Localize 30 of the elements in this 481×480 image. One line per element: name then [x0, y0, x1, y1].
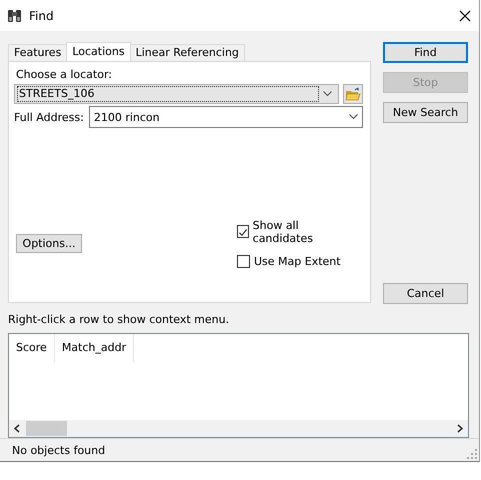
checkbox[interactable]: [237, 254, 250, 268]
results-list[interactable]: Score Match_addr: [8, 332, 469, 438]
options-button[interactable]: Options...: [16, 234, 82, 253]
binoculars-icon: [7, 8, 22, 24]
hint-text: Right-click a row to show context menu.: [8, 312, 230, 327]
column-header[interactable]: Match_addr: [54, 334, 134, 362]
tab[interactable]: Linear Referencing: [130, 44, 245, 62]
caret-icon: [349, 114, 358, 120]
checkbox-label: Show all candidates: [252, 218, 314, 245]
caret-icon: [323, 91, 332, 98]
field-label: Full Address:: [14, 110, 84, 124]
close-icon[interactable]: [459, 10, 471, 22]
window-title: Find: [29, 8, 55, 23]
tab[interactable]: Features: [8, 44, 68, 62]
checkbox[interactable]: [237, 225, 249, 238]
status-text: No objects found: [12, 444, 106, 457]
scroll-thumb[interactable]: [26, 421, 67, 436]
browse-button[interactable]: [343, 84, 363, 104]
address-field[interactable]: 2100 rincon: [88, 106, 363, 128]
locator-dropdown[interactable]: STREETS_106: [14, 84, 339, 104]
folder-icon: [345, 86, 361, 102]
column-header[interactable]: Score: [9, 334, 55, 362]
button[interactable]: Find: [383, 42, 468, 64]
resize-grip-icon[interactable]: [467, 449, 477, 459]
check-icon: [238, 228, 248, 236]
checkbox-label: Use Map Extent: [254, 254, 341, 268]
button[interactable]: New Search: [383, 102, 468, 124]
cancel-button[interactable]: Cancel: [383, 282, 468, 304]
field-label: Choose a locator:: [16, 68, 113, 82]
tab[interactable]: Locations: [66, 42, 131, 62]
